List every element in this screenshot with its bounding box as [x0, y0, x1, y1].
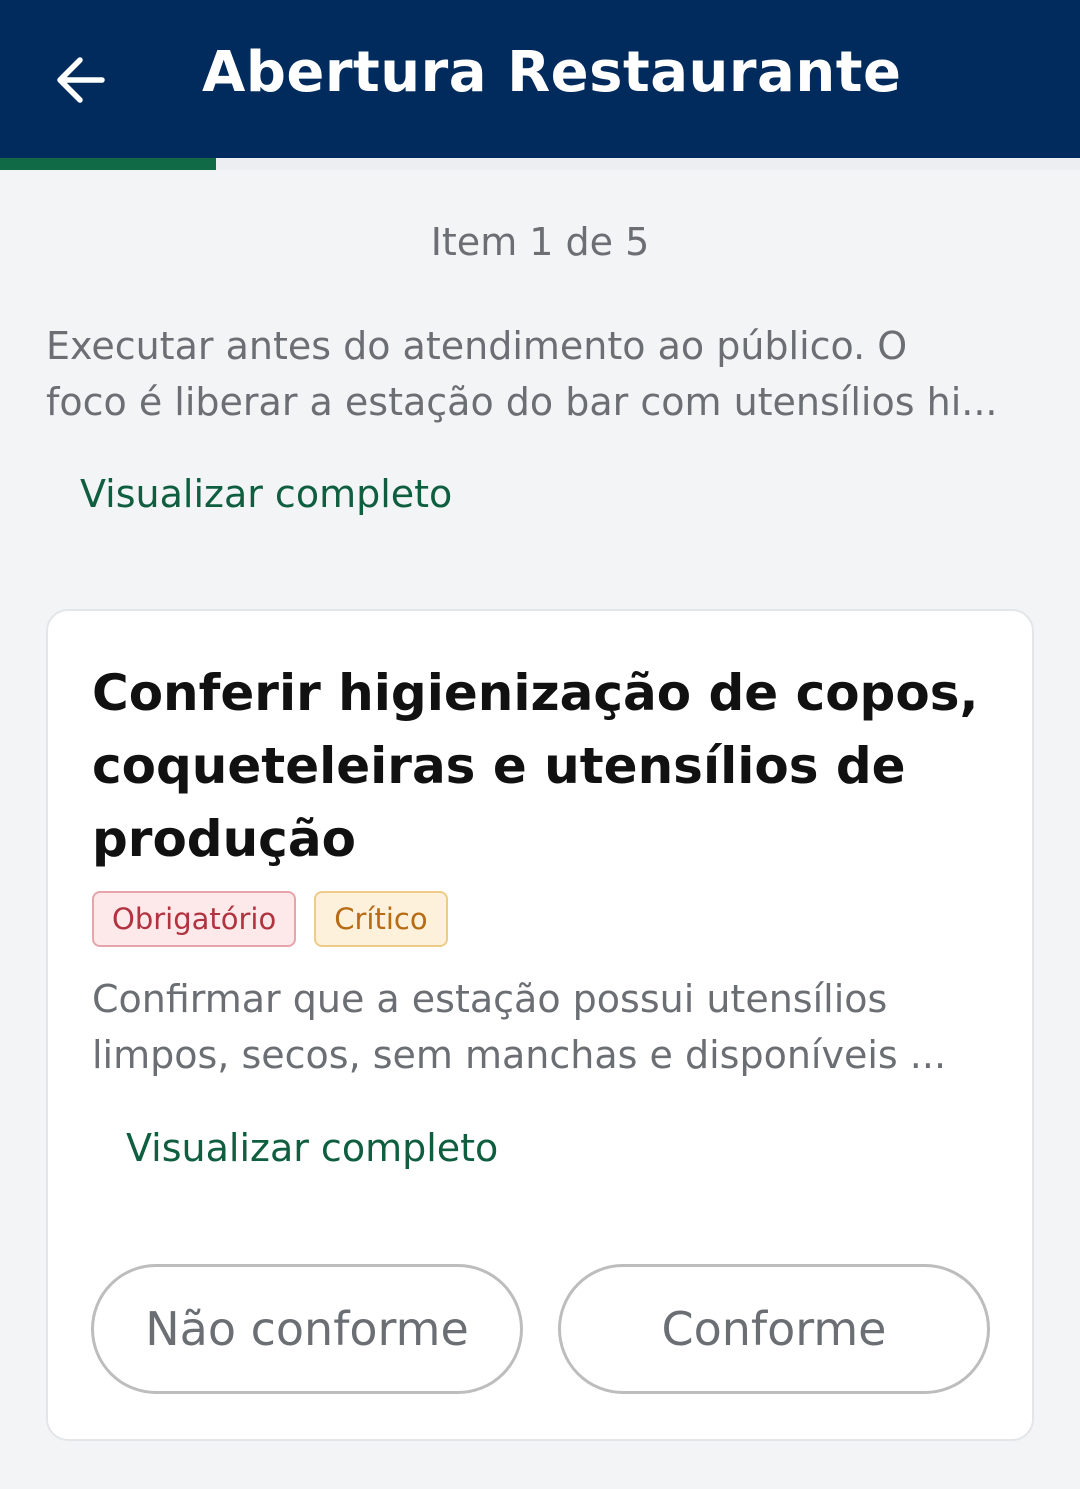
critical-badge: Crítico — [314, 891, 448, 947]
item-description-line: limpos, secos, sem manchas e disponíveis… — [92, 1033, 947, 1077]
item-description-line: Confirmar que a estação possui utensílio… — [92, 977, 888, 1021]
item-badges: Obrigatório Crítico — [92, 891, 448, 947]
progress-bar-fill — [0, 158, 216, 170]
checklist-item-card: Conferir higienização de copos, coquetel… — [46, 609, 1034, 1441]
section-description: Executar antes do atendimento ao público… — [46, 318, 1040, 430]
progress-bar — [0, 158, 1080, 170]
item-view-full-link[interactable]: Visualizar completo — [126, 1126, 498, 1170]
page-title: Abertura Restaurante — [202, 40, 902, 105]
back-button[interactable] — [50, 48, 110, 112]
section-view-full-link[interactable]: Visualizar completo — [80, 472, 452, 516]
section-description-line: foco é liberar a estação do bar com uten… — [46, 380, 998, 424]
noncompliant-button[interactable]: Não conforme — [91, 1264, 523, 1394]
item-title: Conferir higienização de copos, coquetel… — [92, 664, 979, 868]
item-description: Confirmar que a estação possui utensílio… — [92, 971, 992, 1083]
section-description-line: Executar antes do atendimento ao público… — [46, 324, 908, 368]
required-badge: Obrigatório — [92, 891, 297, 947]
item-counter: Item 1 de 5 — [430, 220, 650, 264]
arrow-left-icon — [57, 57, 105, 103]
compliant-button[interactable]: Conforme — [558, 1264, 990, 1394]
app-bar: Abertura Restaurante — [0, 0, 1080, 158]
